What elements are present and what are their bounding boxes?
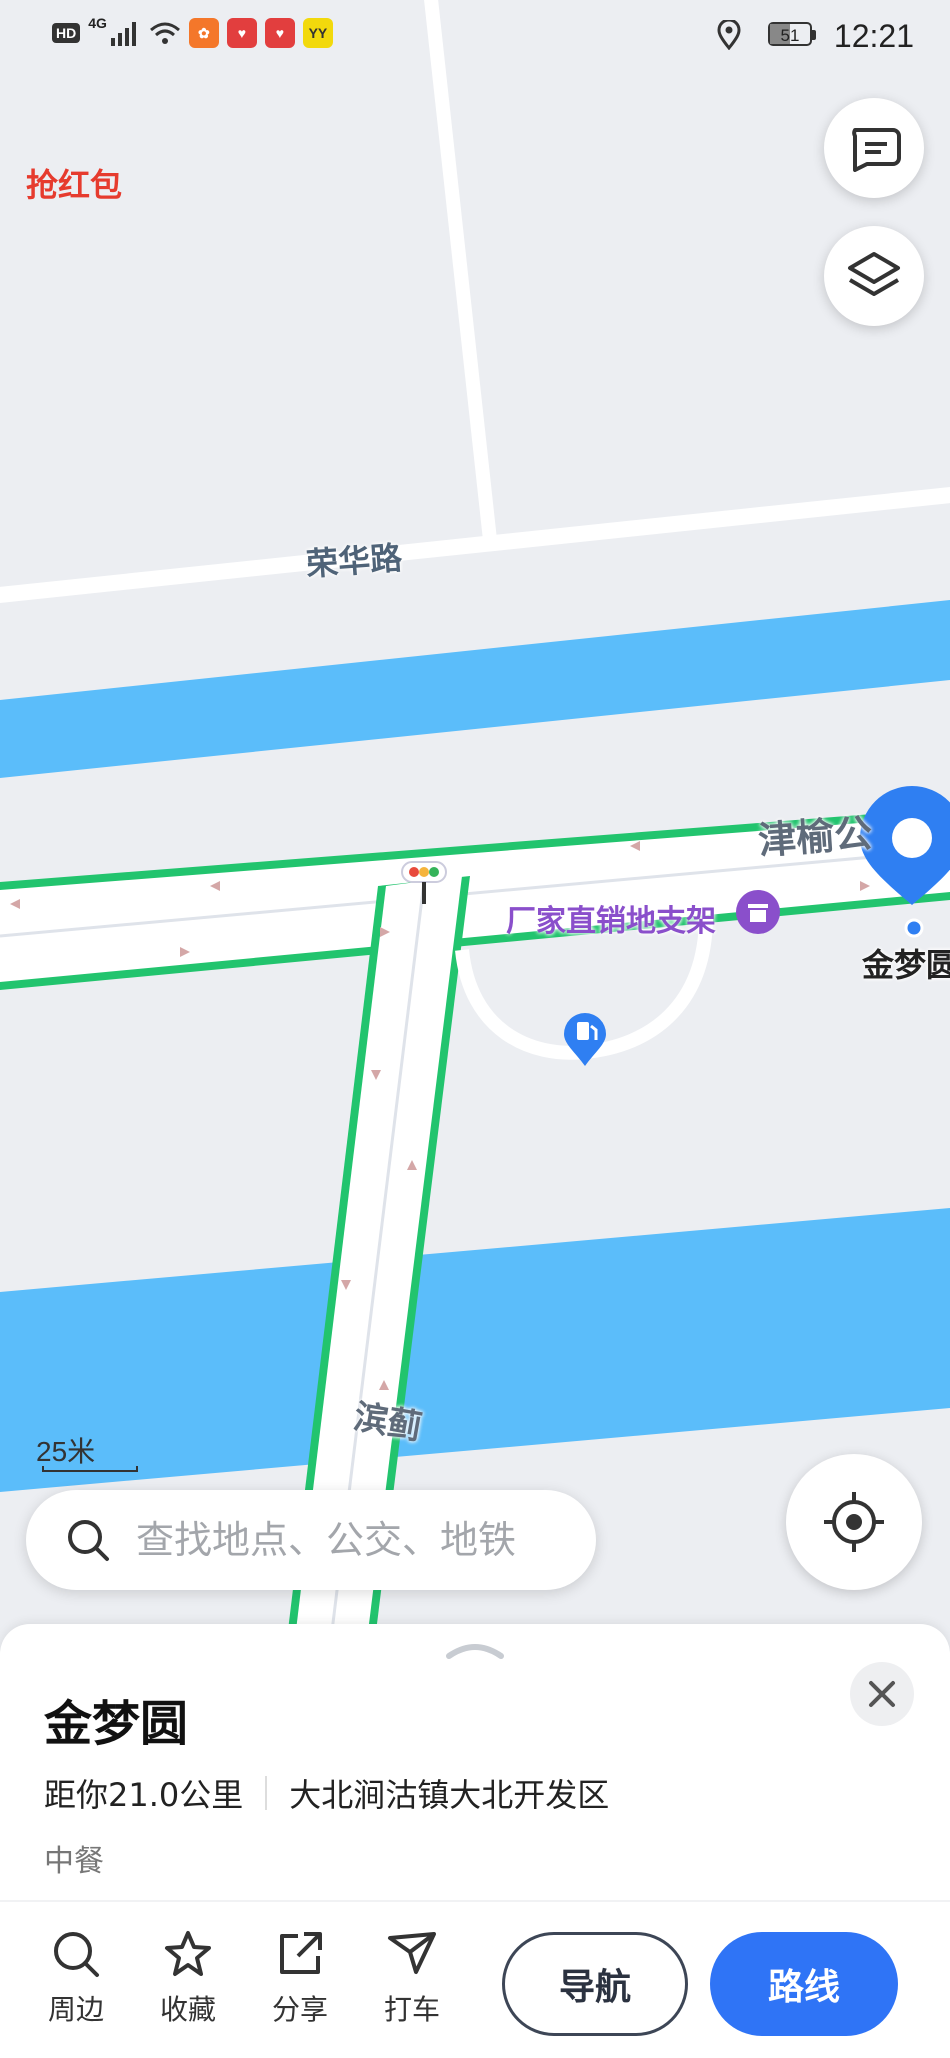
location-status-icon <box>717 20 741 50</box>
place-detail-sheet: 金梦圆 距你21.0公里 大北涧沽镇大北开发区 中餐 周边 收藏 分享 打车 导… <box>0 1624 950 2058</box>
taxi-button[interactable]: 打车 <box>372 1930 452 2028</box>
share-label: 分享 <box>271 1993 328 2026</box>
status-time: 12:21 <box>833 18 914 54</box>
route-button[interactable]: 路线 <box>710 1932 898 2036</box>
share-icon <box>280 1932 322 1974</box>
distance-text: 距你21.0公里 <box>44 1776 244 1814</box>
status-left: HD 4G ✿ ♥ ♥ YY <box>52 15 333 48</box>
locate-me-button[interactable] <box>786 1454 922 1590</box>
close-button[interactable] <box>850 1662 914 1726</box>
search-icon <box>54 1932 99 1977</box>
search-box[interactable] <box>26 1490 596 1590</box>
sheet-handle-icon[interactable] <box>445 1640 505 1660</box>
road-label-jinyu: 津榆公 <box>756 811 874 863</box>
layers-button[interactable] <box>824 226 924 326</box>
address-text: 大北涧沽镇大北开发区 <box>289 1776 610 1814</box>
scale-label: 25米 <box>36 1436 96 1467</box>
info-divider <box>265 1776 268 1810</box>
message-button[interactable] <box>824 98 924 198</box>
chat-icon <box>852 128 901 172</box>
search-input[interactable] <box>134 1517 578 1563</box>
sheet-divider <box>0 1900 950 1902</box>
signal-icon <box>110 22 136 46</box>
yy-app-icon: YY <box>302 18 333 48</box>
road-label-ronghua: 荣华路 <box>304 538 404 584</box>
wifi-icon <box>149 22 180 44</box>
search-icon <box>68 1520 109 1561</box>
battery-level: 51 <box>780 26 800 45</box>
battery-indicator: 51 <box>768 22 816 46</box>
favorite-label: 收藏 <box>159 1993 216 2026</box>
close-icon <box>869 1681 895 1707</box>
layers-icon <box>848 252 900 296</box>
poi-label[interactable]: 厂家直销地支架 <box>506 896 716 940</box>
heart-app-icon: ♥ <box>264 18 295 48</box>
hd-badge: HD <box>52 23 81 43</box>
red-packet-link[interactable]: 抢红包 <box>26 160 122 206</box>
heart-app-icon: ♥ <box>226 18 257 48</box>
taxi-icon <box>388 1932 436 1974</box>
scale-bar <box>42 1466 138 1472</box>
nearby-label: 周边 <box>47 1993 104 2026</box>
taobao-icon: ✿ <box>188 18 219 48</box>
destination-label[interactable]: 金梦圆 <box>862 940 950 986</box>
network-type: 4G <box>88 15 107 31</box>
share-button[interactable]: 分享 <box>260 1930 340 2028</box>
road-label-bin: 滨蓟 <box>350 1396 425 1449</box>
navigate-button[interactable]: 导航 <box>502 1932 688 2036</box>
place-info-row: 距你21.0公里 大北涧沽镇大北开发区 <box>44 1770 609 1816</box>
action-bar: 周边 收藏 分享 打车 导航 路线 <box>0 1930 950 2040</box>
favorite-button[interactable]: 收藏 <box>148 1930 228 2028</box>
locate-icon <box>824 1492 884 1552</box>
place-title: 金梦圆 <box>44 1696 189 1752</box>
star-icon <box>165 1931 211 1976</box>
taxi-label: 打车 <box>383 1993 440 2026</box>
nearby-button[interactable]: 周边 <box>36 1930 116 2028</box>
category-text: 中餐 <box>44 1844 104 1879</box>
shop-pin-icon <box>736 890 780 934</box>
status-bar: HD 4G ✿ ♥ ♥ YY 51 12:21 <box>0 0 950 72</box>
